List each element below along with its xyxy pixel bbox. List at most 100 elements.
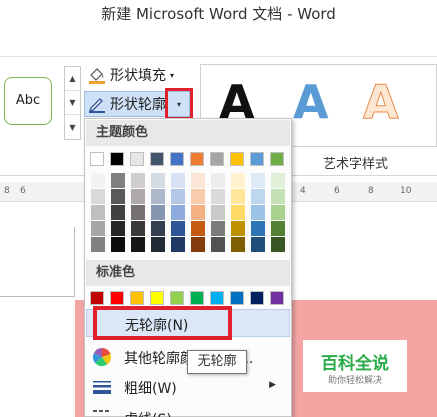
gallery-up-icon[interactable]: ▲ <box>65 67 80 91</box>
dashes-menu-item[interactable]: 虚线(S) <box>86 404 290 417</box>
theme-shade-swatch[interactable] <box>171 221 185 236</box>
theme-shade-swatch[interactable] <box>271 221 285 236</box>
theme-color-swatch[interactable] <box>150 152 164 166</box>
theme-shade-swatch[interactable] <box>251 205 265 220</box>
theme-shade-swatch[interactable] <box>131 189 145 204</box>
dashes-label: 虚线(S) <box>124 409 172 417</box>
theme-shade-swatch[interactable] <box>91 205 105 220</box>
no-outline-highlight <box>93 306 232 340</box>
theme-shade-swatch[interactable] <box>171 237 185 252</box>
standard-color-swatch[interactable] <box>270 291 284 305</box>
standard-color-swatch[interactable] <box>210 291 224 305</box>
theme-shade-swatch[interactable] <box>191 237 205 252</box>
theme-shade-swatch[interactable] <box>111 237 125 252</box>
theme-shade-swatch[interactable] <box>171 205 185 220</box>
theme-shade-swatch[interactable] <box>151 205 165 220</box>
theme-color-swatch[interactable] <box>190 152 204 166</box>
shape-fill-label: 形状填充 <box>110 68 166 84</box>
submenu-arrow-icon: ▶ <box>269 380 276 390</box>
standard-color-swatch[interactable] <box>230 291 244 305</box>
theme-shade-swatch[interactable] <box>131 237 145 252</box>
theme-shade-swatch[interactable] <box>171 173 185 188</box>
theme-shade-swatch[interactable] <box>251 189 265 204</box>
standard-color-swatch[interactable] <box>130 291 144 305</box>
theme-shade-swatch[interactable] <box>231 205 245 220</box>
chevron-down-icon: ▾ <box>170 70 175 80</box>
theme-shade-swatch[interactable] <box>131 173 145 188</box>
theme-shade-swatch[interactable] <box>211 237 225 252</box>
theme-color-swatch[interactable] <box>230 152 244 166</box>
shape-fill-button[interactable]: 形状填充 ▾ <box>87 63 174 87</box>
wordart-style-blue[interactable]: A <box>293 79 329 125</box>
theme-color-swatch[interactable] <box>90 152 104 166</box>
theme-shade-swatch[interactable] <box>231 221 245 236</box>
theme-color-swatch[interactable] <box>130 152 144 166</box>
theme-shade-swatch[interactable] <box>111 173 125 188</box>
theme-shade-swatch[interactable] <box>111 221 125 236</box>
theme-shade-swatch[interactable] <box>231 237 245 252</box>
theme-shade-swatch[interactable] <box>131 205 145 220</box>
theme-shade-swatch[interactable] <box>151 189 165 204</box>
theme-shade-swatch[interactable] <box>211 189 225 204</box>
page-margin-corner <box>0 227 75 297</box>
shape-style-gallery-scroll[interactable]: ▲ ▼ ▼ <box>64 66 81 140</box>
theme-shade-swatch[interactable] <box>191 221 205 236</box>
chevron-down-icon: ▾ <box>176 99 181 109</box>
standard-color-swatch[interactable] <box>170 291 184 305</box>
theme-shade-swatch[interactable] <box>231 189 245 204</box>
standard-color-swatch[interactable] <box>110 291 124 305</box>
theme-shade-swatch[interactable] <box>271 173 285 188</box>
title-bar: 新建 Microsoft Word 文档 - Word <box>0 0 437 30</box>
theme-shade-swatch[interactable] <box>211 173 225 188</box>
shape-outline-dropdown-arrow[interactable]: ▾ <box>165 88 193 120</box>
theme-shade-swatch[interactable] <box>151 237 165 252</box>
theme-color-swatch[interactable] <box>110 152 124 166</box>
theme-shade-swatch[interactable] <box>131 221 145 236</box>
gallery-down-icon[interactable]: ▼ <box>65 91 80 115</box>
theme-shade-swatch[interactable] <box>211 221 225 236</box>
standard-color-swatch[interactable] <box>190 291 204 305</box>
theme-shade-swatch[interactable] <box>111 205 125 220</box>
theme-shade-swatch[interactable] <box>91 189 105 204</box>
theme-shade-swatch[interactable] <box>271 205 285 220</box>
theme-color-swatch[interactable] <box>210 152 224 166</box>
gallery-more-icon[interactable]: ▼ <box>65 115 80 139</box>
theme-shade-swatch[interactable] <box>191 173 205 188</box>
theme-shade-swatch[interactable] <box>91 173 105 188</box>
weight-label: 粗细(W) <box>124 381 177 397</box>
theme-shade-swatch[interactable] <box>251 221 265 236</box>
ruler-tick: 4 <box>300 186 306 196</box>
weight-menu-item[interactable]: 粗细(W) ▶ <box>86 373 290 401</box>
standard-color-swatch[interactable] <box>150 291 164 305</box>
theme-shade-swatch[interactable] <box>191 189 205 204</box>
window-title: 新建 Microsoft Word 文档 - Word <box>101 5 336 23</box>
ruler-tick: 6 <box>20 186 26 196</box>
theme-shade-swatch[interactable] <box>151 173 165 188</box>
theme-shade-swatch[interactable] <box>251 173 265 188</box>
theme-shade-swatch[interactable] <box>191 205 205 220</box>
document-left-margin <box>0 297 75 417</box>
theme-shade-swatch[interactable] <box>271 189 285 204</box>
standard-color-swatch[interactable] <box>90 291 104 305</box>
theme-shade-swatch[interactable] <box>91 221 105 236</box>
standard-color-swatch[interactable] <box>250 291 264 305</box>
shape-style-sample[interactable]: Abc <box>4 77 52 125</box>
dash-style-icon <box>92 408 112 417</box>
theme-shade-swatch[interactable] <box>171 189 185 204</box>
theme-color-swatch[interactable] <box>270 152 284 166</box>
theme-shade-swatch[interactable] <box>211 205 225 220</box>
theme-shade-swatch[interactable] <box>91 237 105 252</box>
theme-color-swatch[interactable] <box>170 152 184 166</box>
theme-shade-swatch[interactable] <box>271 237 285 252</box>
wordart-group-label: 艺术字样式 <box>323 157 389 172</box>
theme-shade-swatch[interactable] <box>111 189 125 204</box>
theme-shade-swatch[interactable] <box>231 173 245 188</box>
shape-style-sample-label: Abc <box>15 93 41 108</box>
wordart-style-orange[interactable]: A <box>363 79 400 126</box>
theme-color-swatch[interactable] <box>250 152 264 166</box>
brand-logo: 百科全说 助你轻松解决 <box>303 340 407 392</box>
theme-shade-swatch[interactable] <box>151 221 165 236</box>
theme-shade-swatch[interactable] <box>251 237 265 252</box>
brand-subtitle: 助你轻松解决 <box>327 376 382 386</box>
ruler-tick: 6 <box>334 186 340 196</box>
